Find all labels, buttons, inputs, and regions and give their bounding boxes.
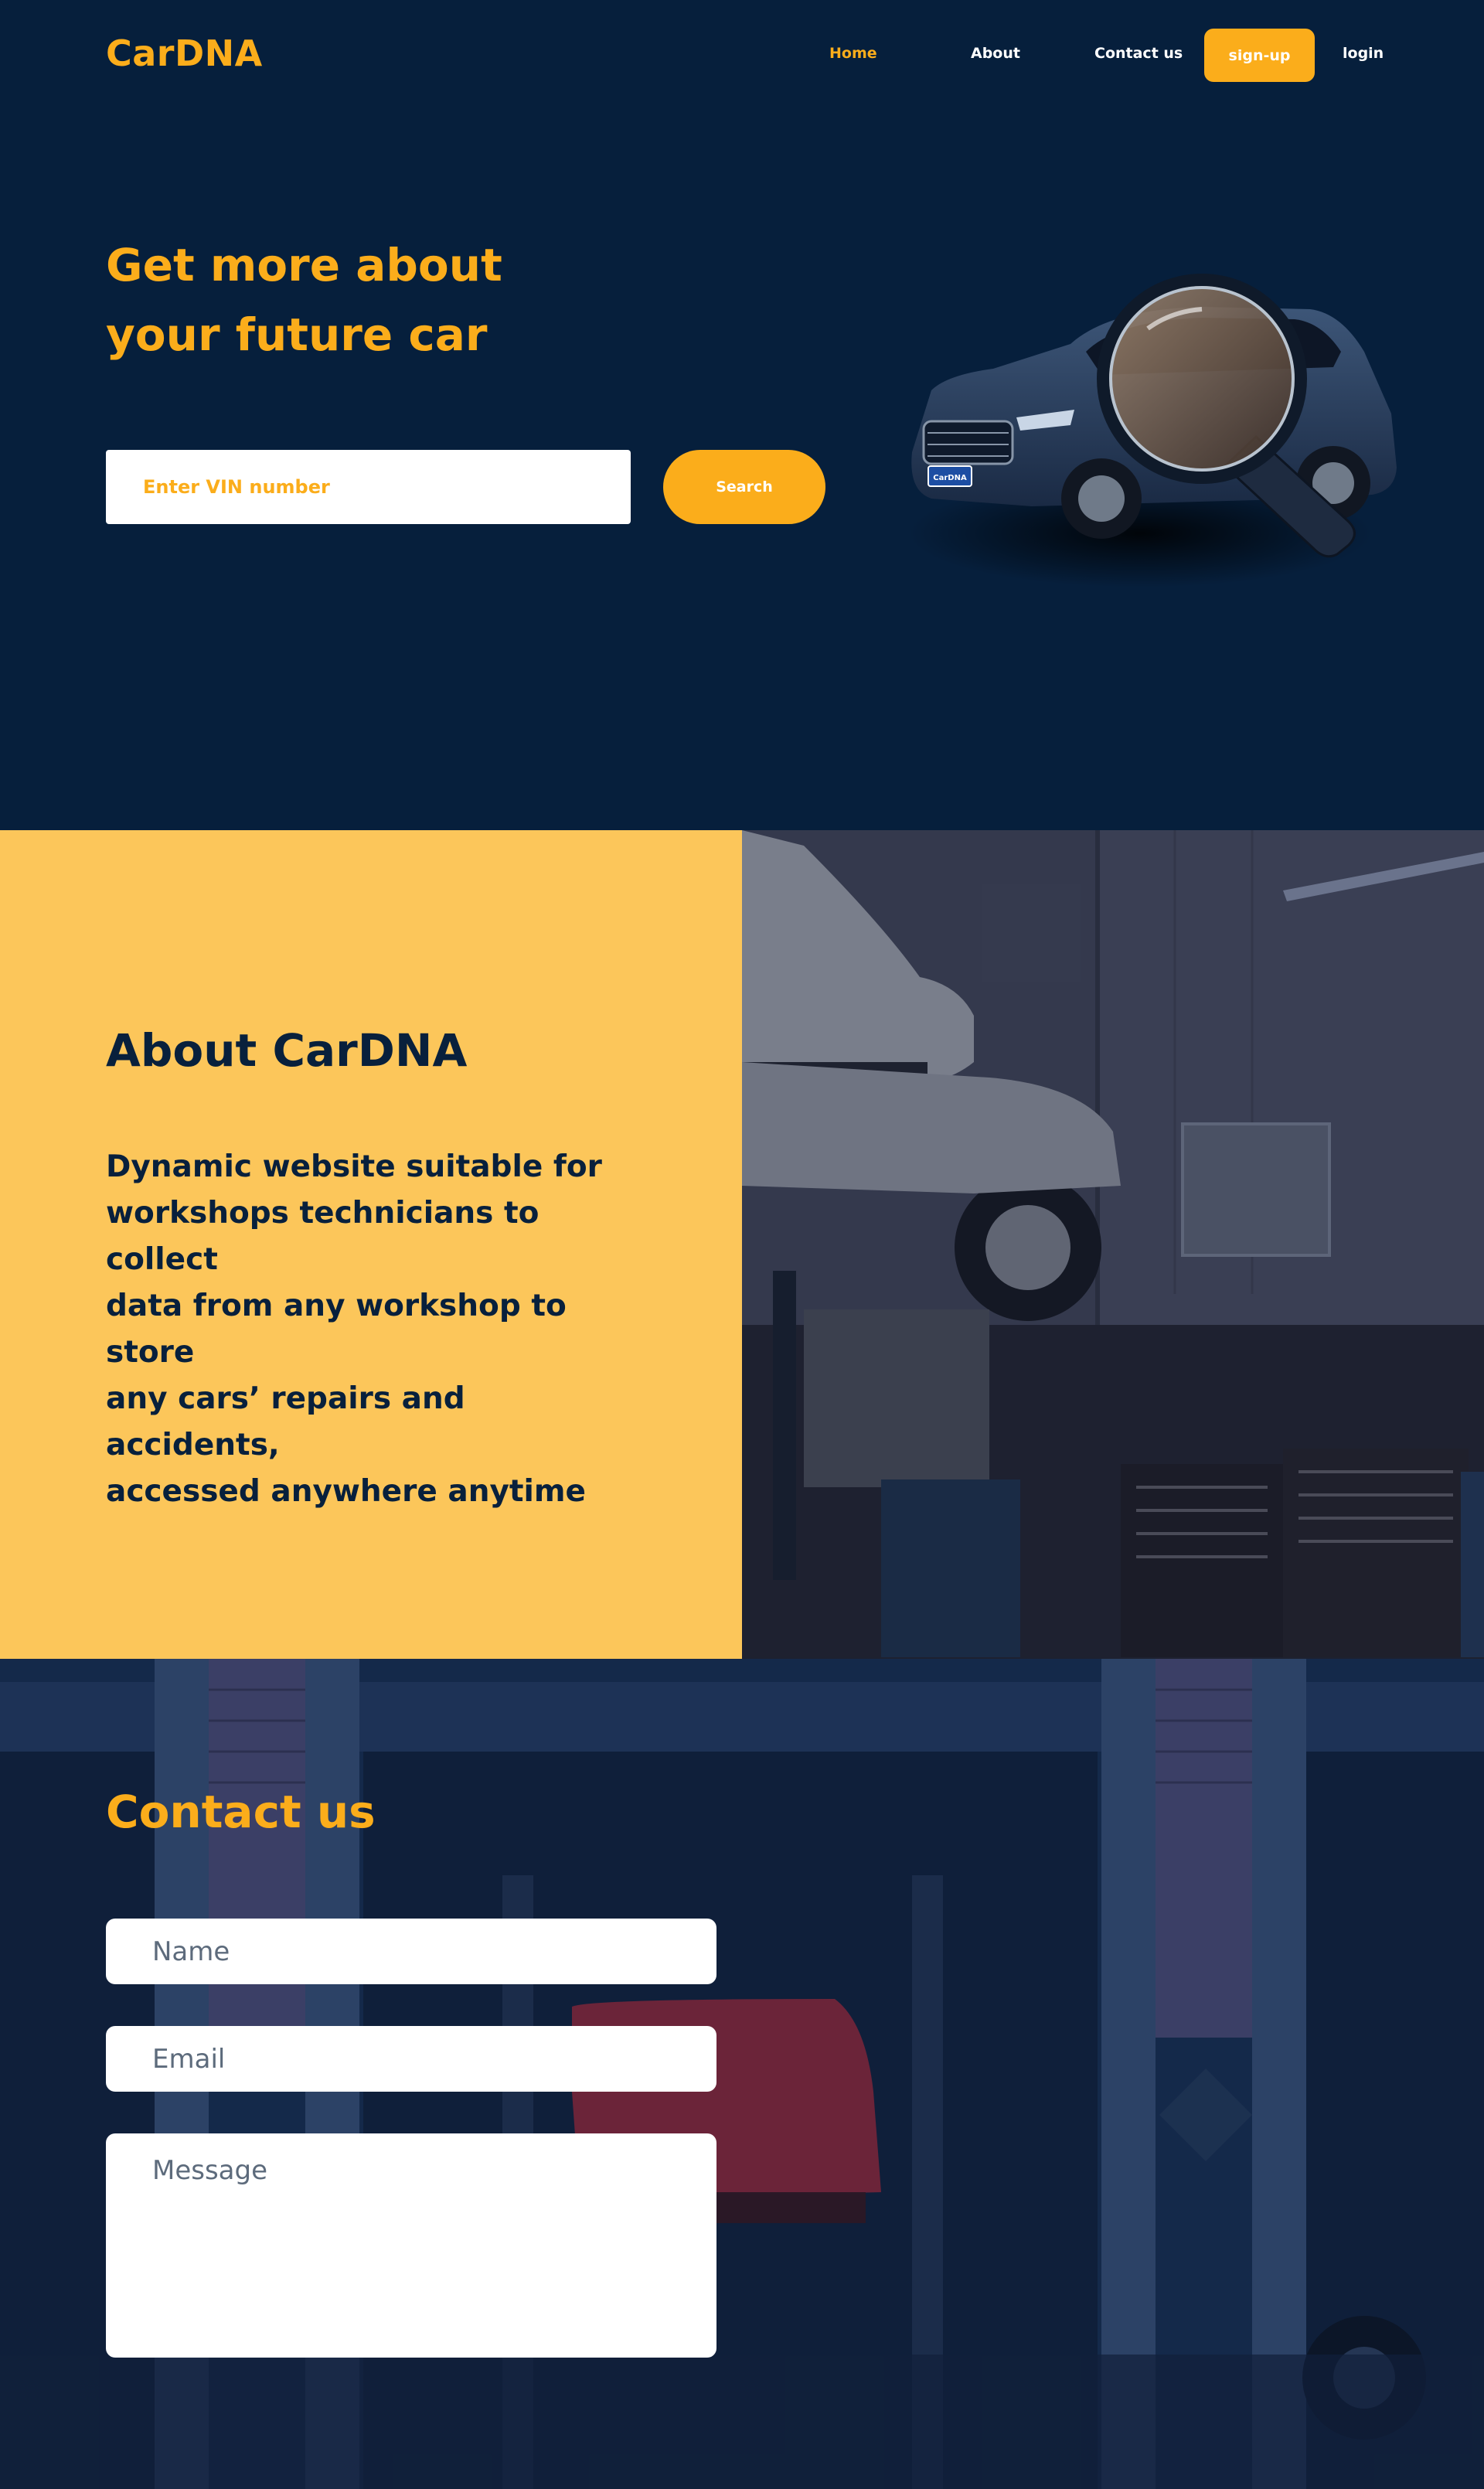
search-button[interactable]: Search [663,450,825,524]
about-text-line: Dynamic website suitable for [106,1149,602,1184]
contact-title: Contact us [106,1786,376,1838]
workshop-photo [742,830,1484,1659]
logo[interactable]: CarDNA [106,32,263,74]
hero-title-line: your future car [106,308,488,361]
email-field[interactable] [106,2026,716,2092]
about-text-line: any cars’ repairs and accidents, [106,1381,465,1462]
license-plate-text: CarDNA [933,474,967,482]
hero-title-line: Get more about [106,239,502,291]
login-link[interactable]: login [1343,45,1384,62]
about-title: About CarDNA [106,1024,468,1077]
name-field[interactable] [106,1919,716,1984]
message-field[interactable] [106,2133,716,2358]
car-grille [922,420,1014,465]
about-text-line: accessed anywhere anytime [106,1474,586,1509]
about-text-line: data from any workshop to store [106,1289,567,1370]
vin-input[interactable] [106,450,631,524]
nav-about[interactable]: About [971,45,1020,62]
hero-title: Get more about your future car [106,230,647,369]
nav-home[interactable]: Home [829,45,877,62]
about-text-line: workshops technicians to collect [106,1196,539,1277]
car-magnifier-illustration: CarDNA [908,274,1397,587]
signup-button[interactable]: sign-up [1204,29,1315,82]
nav-contact-us[interactable]: Contact us [1094,45,1183,62]
workshop-photo-graphic [742,830,1484,1659]
about-description: Dynamic website suitable for workshops t… [106,1144,647,1515]
